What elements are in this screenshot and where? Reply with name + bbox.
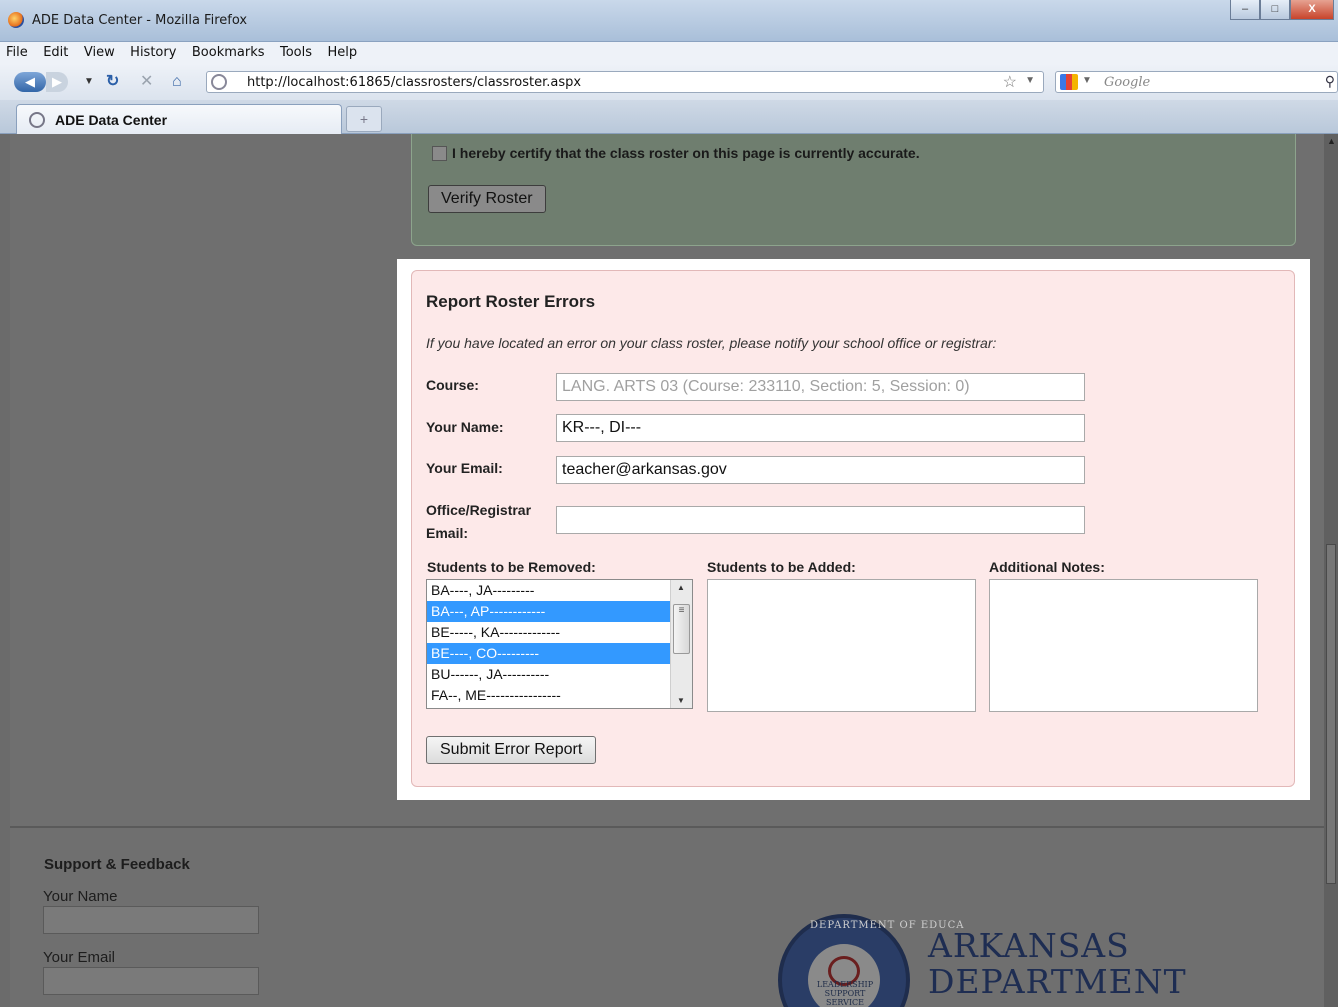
new-tab-button[interactable]: + xyxy=(346,106,382,132)
tab-favicon-icon xyxy=(29,112,45,128)
menu-tools[interactable]: Tools xyxy=(274,42,317,60)
scroll-down-arrow-icon[interactable]: ▼ xyxy=(677,696,685,705)
bookmark-star-icon[interactable]: ☆ xyxy=(1003,72,1017,92)
feedback-email-label: Your Email xyxy=(43,949,115,966)
search-bar[interactable]: ▼ Google ⚲ xyxy=(1055,71,1338,93)
history-dropdown-icon[interactable]: ▼ xyxy=(84,72,94,92)
verify-roster-button[interactable]: Verify Roster xyxy=(428,185,546,213)
menu-file[interactable]: File xyxy=(0,42,33,60)
students-removed-label: Students to be Removed: xyxy=(427,559,596,575)
student-option[interactable]: BA----, JA--------- xyxy=(427,580,670,601)
menu-edit[interactable]: Edit xyxy=(37,42,73,60)
student-option[interactable]: BU------, JA---------- xyxy=(427,664,670,685)
google-icon[interactable] xyxy=(1060,74,1078,90)
tab-strip: ADE Data Center + xyxy=(0,100,1338,134)
seal-center-line: SERVICE xyxy=(826,998,864,1007)
listbox-scrollbar[interactable]: ▲ ≡ ▼ xyxy=(670,580,692,708)
tab-ade-data-center[interactable]: ADE Data Center xyxy=(16,104,342,134)
office-email-label-line2: Email: xyxy=(426,525,469,541)
student-option[interactable]: FA--, ME---------------- xyxy=(427,685,670,706)
url-text[interactable]: http://localhost:61865/classrosters/clas… xyxy=(247,75,581,90)
window-controls: – □ X xyxy=(1230,0,1334,22)
report-intro: If you have located an error on your cla… xyxy=(426,335,997,351)
seal-center-line: LEADERSHIP xyxy=(816,980,874,989)
scroll-up-arrow-icon[interactable]: ▲ xyxy=(677,583,685,592)
search-engine-dropdown-icon[interactable]: ▼ xyxy=(1082,75,1092,86)
certify-row: I hereby certify that the class roster o… xyxy=(432,145,920,161)
feedback-name-label: Your Name xyxy=(43,888,118,905)
report-highlight-frame: Report Roster Errors If you have located… xyxy=(397,259,1310,800)
seal-center-line: SUPPORT xyxy=(824,989,866,998)
office-registrar-email-field[interactable] xyxy=(556,506,1085,534)
students-removed-listbox[interactable]: BA----, JA--------- BA---, AP-----------… xyxy=(426,579,693,709)
menu-history[interactable]: History xyxy=(124,42,181,60)
students-added-label: Students to be Added: xyxy=(707,559,856,575)
submit-error-report-button[interactable]: Submit Error Report xyxy=(426,736,597,764)
navigation-toolbar: ◀ ▶ ▼ ↻ ✕ ⌂ http://localhost:61865/class… xyxy=(0,64,1338,100)
menu-bar: File Edit View History Bookmarks Tools H… xyxy=(0,42,1338,64)
site-identity-icon[interactable] xyxy=(211,74,227,90)
listbox-scroll-thumb[interactable]: ≡ xyxy=(673,604,690,654)
student-option[interactable]: BE----, CO--------- xyxy=(427,643,670,664)
url-dropdown-icon[interactable]: ▼ xyxy=(1025,75,1035,86)
your-email-label: Your Email: xyxy=(426,460,503,476)
additional-notes-label: Additional Notes: xyxy=(989,559,1105,575)
page-content: I hereby certify that the class roster o… xyxy=(10,134,1324,1007)
close-button[interactable]: X xyxy=(1290,0,1334,20)
reload-icon[interactable]: ↻ xyxy=(106,72,119,92)
menu-view[interactable]: View xyxy=(78,42,120,60)
search-icon[interactable]: ⚲ xyxy=(1325,73,1335,90)
address-bar[interactable]: http://localhost:61865/classrosters/clas… xyxy=(206,71,1044,93)
home-icon[interactable]: ⌂ xyxy=(172,72,182,92)
page-scroll-up-icon[interactable]: ▲ xyxy=(1327,136,1336,146)
window-titlebar: ADE Data Center - Mozilla Firefox – □ X xyxy=(0,0,1338,42)
org-name-line2: DEPARTMENT xyxy=(928,962,1187,1001)
student-option[interactable]: BE-----, KA------------- xyxy=(427,622,670,643)
feedback-name-input[interactable] xyxy=(43,906,259,934)
forward-button[interactable]: ▶ xyxy=(46,72,68,92)
org-name-line1: ARKANSAS xyxy=(928,926,1130,965)
tab-label: ADE Data Center xyxy=(55,112,168,128)
stop-icon[interactable]: ✕ xyxy=(140,72,153,92)
support-feedback-title: Support & Feedback xyxy=(44,856,190,873)
back-button[interactable]: ◀ xyxy=(14,72,46,92)
report-roster-errors-panel: Report Roster Errors If you have located… xyxy=(411,270,1295,787)
verify-panel: I hereby certify that the class roster o… xyxy=(411,134,1296,246)
search-placeholder[interactable]: Google xyxy=(1104,75,1150,90)
additional-notes-textarea[interactable] xyxy=(989,579,1258,712)
students-added-textarea[interactable] xyxy=(707,579,976,712)
feedback-email-input[interactable] xyxy=(43,967,259,995)
menu-help[interactable]: Help xyxy=(321,42,362,60)
report-title: Report Roster Errors xyxy=(426,292,596,311)
course-field: LANG. ARTS 03 (Course: 233110, Section: … xyxy=(556,373,1085,401)
page-scrollbar[interactable]: ▲ xyxy=(1324,134,1338,1007)
certify-label: I hereby certify that the class roster o… xyxy=(452,145,920,161)
course-label: Course: xyxy=(426,377,479,393)
your-email-field[interactable]: teacher@arkansas.gov xyxy=(556,456,1085,484)
footer-divider xyxy=(10,826,1324,828)
maximize-button[interactable]: □ xyxy=(1260,0,1290,20)
organization-name: ARKANSAS DEPARTMENT xyxy=(928,928,1187,1000)
office-email-label-line1: Office/Registrar xyxy=(426,502,532,518)
minimize-button[interactable]: – xyxy=(1230,0,1260,20)
menu-bookmarks[interactable]: Bookmarks xyxy=(186,42,270,60)
window-title: ADE Data Center - Mozilla Firefox xyxy=(32,13,248,28)
seal-center-text: LEADERSHIP SUPPORT SERVICE xyxy=(815,980,875,1007)
student-option[interactable]: BA---, AP------------ xyxy=(427,601,670,622)
your-name-label: Your Name: xyxy=(426,419,504,435)
certify-checkbox[interactable] xyxy=(432,145,447,161)
firefox-icon xyxy=(8,12,24,28)
page-scroll-thumb[interactable] xyxy=(1326,544,1336,884)
your-name-field[interactable]: KR---, DI--- xyxy=(556,414,1085,442)
